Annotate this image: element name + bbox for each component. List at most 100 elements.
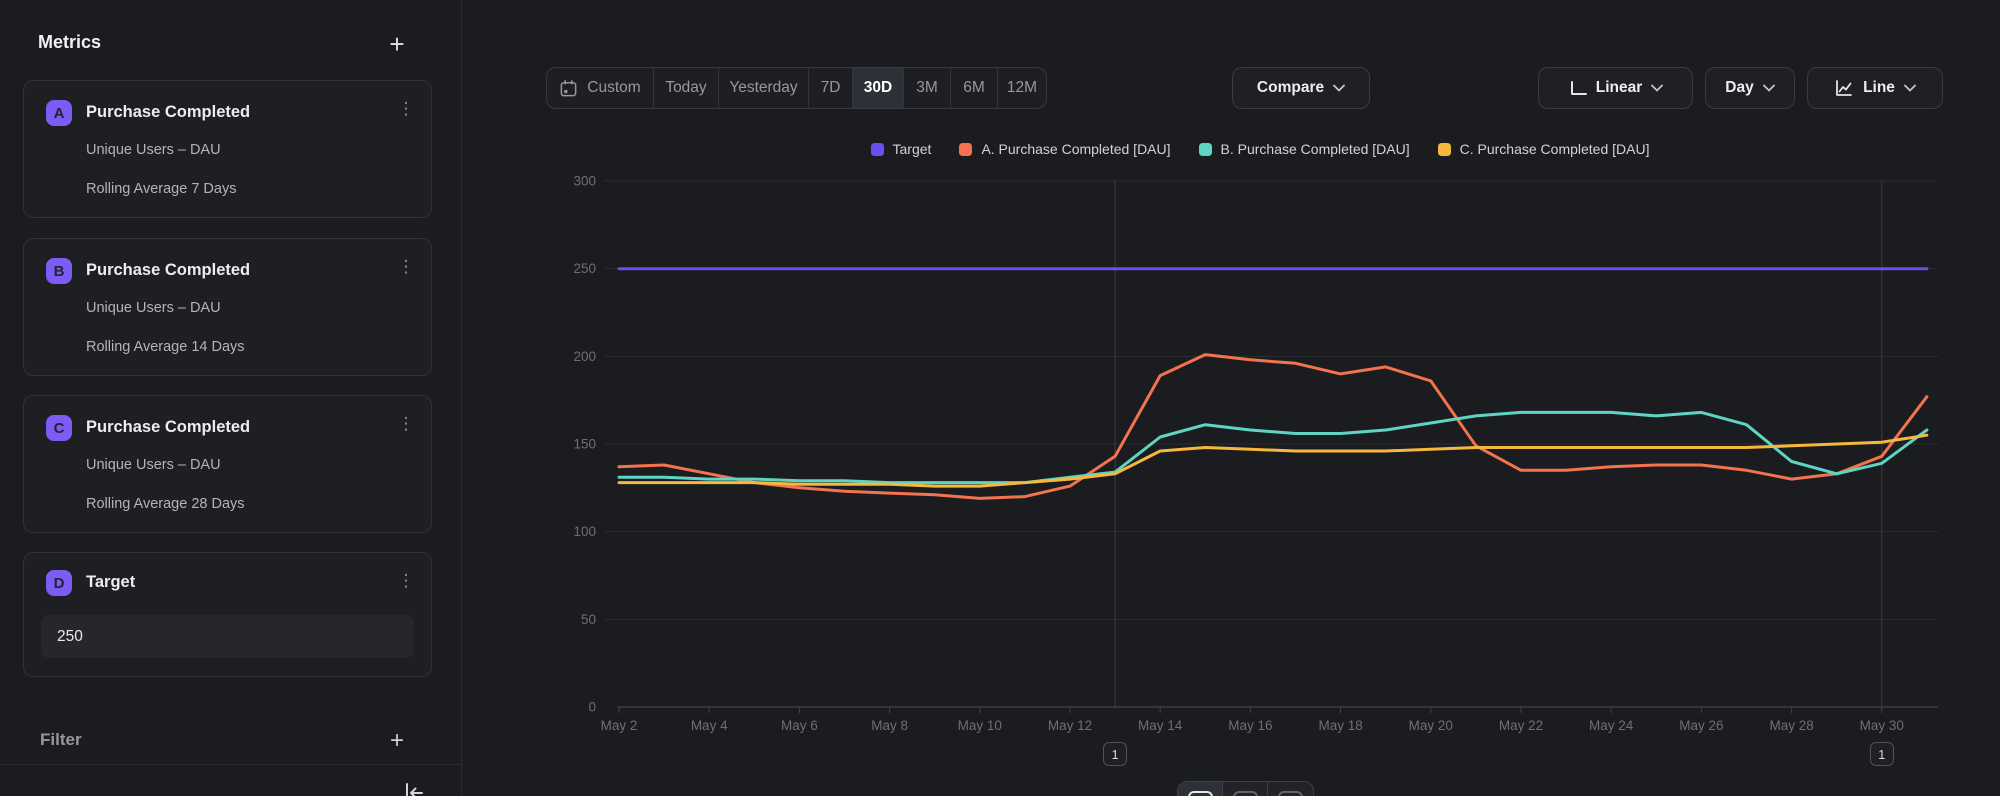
range-label: 3M — [916, 79, 938, 97]
annotation-count-badge[interactable]: 1 — [1103, 742, 1127, 766]
metric-card-a[interactable]: A Purchase Completed ⋮ Unique Users – DAU Ro… — [23, 80, 432, 218]
range-label: Custom — [587, 79, 640, 97]
kebab-menu-icon[interactable]: ⋮ — [395, 412, 417, 438]
y-axis-tick-label: 0 — [588, 700, 596, 715]
interval-label: Day — [1725, 79, 1753, 97]
x-axis-tick-label: May 4 — [691, 718, 728, 733]
calendar-icon — [559, 79, 578, 98]
compare-label: Compare — [1257, 79, 1324, 97]
x-axis-tick-label: May 24 — [1589, 718, 1634, 733]
linear-axis-icon — [1568, 79, 1587, 98]
range-label: Yesterday — [729, 79, 797, 97]
table-view-icon — [1233, 791, 1258, 796]
y-axis-tick-label: 200 — [573, 349, 596, 364]
metric-title: Purchase Completed — [86, 261, 250, 280]
y-axis-tick-label: 150 — [573, 437, 596, 452]
filter-section-label: Filter — [40, 730, 82, 750]
range-label: 12M — [1007, 79, 1037, 97]
time-range-segmented-control: Custom Today Yesterday 7D 30D 3M 6M 12M — [546, 67, 1047, 109]
series-line-c[interactable] — [619, 435, 1927, 486]
view-toggle-card-view-icon[interactable] — [1178, 782, 1223, 796]
metric-title: Purchase Completed — [86, 103, 250, 122]
line-chart-icon — [1834, 78, 1854, 98]
target-value-input[interactable] — [41, 615, 414, 658]
metric-measure: Unique Users – DAU — [86, 457, 221, 473]
y-axis-tick-label: 50 — [581, 612, 596, 627]
kebab-menu-icon[interactable]: ⋮ — [395, 255, 417, 281]
add-filter-button[interactable]: + — [383, 727, 411, 755]
app-root: Metrics + A Purchase Completed ⋮ Unique Use… — [0, 0, 2000, 796]
range-12m[interactable]: 12M — [998, 68, 1046, 108]
metric-title: Target — [86, 573, 135, 592]
metric-letter-badge: D — [46, 570, 72, 596]
metric-rolling-average: Rolling Average 14 Days — [86, 339, 245, 355]
scale-label: Linear — [1596, 79, 1643, 97]
range-today[interactable]: Today — [654, 68, 719, 108]
chart-type-select-button[interactable]: Line — [1807, 67, 1943, 109]
x-axis-tick-label: May 16 — [1228, 718, 1272, 733]
x-axis-tick-label: May 14 — [1138, 718, 1183, 733]
chevron-down-icon — [1763, 84, 1775, 92]
interval-select-button[interactable]: Day — [1705, 67, 1795, 109]
y-axis-tick-label: 250 — [573, 261, 596, 276]
range-label: 7D — [821, 79, 841, 97]
metric-rolling-average: Rolling Average 7 Days — [86, 181, 236, 197]
metric-letter-badge: A — [46, 100, 72, 126]
plus-icon: + — [390, 729, 404, 753]
annotation-count-badge[interactable]: 1 — [1870, 742, 1894, 766]
range-3m[interactable]: 3M — [904, 68, 951, 108]
metric-card-c[interactable]: C Purchase Completed ⋮ Unique Users – DAU Ro… — [23, 395, 432, 533]
sidebar-divider — [0, 764, 462, 765]
range-6m[interactable]: 6M — [951, 68, 998, 108]
x-axis-tick-label: May 18 — [1318, 718, 1362, 733]
card-view-icon — [1188, 791, 1213, 796]
x-axis-tick-label: May 10 — [958, 718, 1002, 733]
y-axis-tick-label: 100 — [573, 524, 596, 539]
x-axis-tick-label: May 2 — [601, 718, 638, 733]
x-axis-tick-label: May 20 — [1409, 718, 1453, 733]
metric-card-d[interactable]: D Target ⋮ — [23, 552, 432, 677]
sidebar-title: Metrics — [38, 32, 101, 53]
chart-type-label: Line — [1863, 79, 1895, 97]
metric-letter-badge: C — [46, 415, 72, 441]
view-toggle-group — [1177, 781, 1314, 796]
metric-title: Purchase Completed — [86, 418, 250, 437]
metric-card-b[interactable]: B Purchase Completed ⋮ Unique Users – DAU Ro… — [23, 238, 432, 376]
x-axis-tick-label: May 22 — [1499, 718, 1543, 733]
kebab-menu-icon[interactable]: ⋮ — [395, 569, 417, 595]
metric-letter-badge: B — [46, 258, 72, 284]
compare-button[interactable]: Compare — [1232, 67, 1370, 109]
x-axis-tick-label: May 26 — [1679, 718, 1723, 733]
range-label: 30D — [864, 79, 892, 97]
series-line-a[interactable] — [619, 355, 1927, 499]
metric-measure: Unique Users – DAU — [86, 300, 221, 316]
add-metric-button[interactable]: + — [383, 30, 411, 58]
range-yesterday[interactable]: Yesterday — [719, 68, 809, 108]
range-custom[interactable]: Custom — [547, 68, 654, 108]
view-toggle-table-view-icon[interactable] — [1223, 782, 1268, 796]
kebab-menu-icon[interactable]: ⋮ — [395, 97, 417, 123]
plus-icon: + — [389, 31, 404, 57]
x-axis-tick-label: May 12 — [1048, 718, 1092, 733]
x-axis-tick-label: May 6 — [781, 718, 818, 733]
x-axis-tick-label: May 30 — [1860, 718, 1904, 733]
range-label: 6M — [963, 79, 985, 97]
view-toggle-panel-view-icon[interactable] — [1268, 782, 1313, 796]
metric-measure: Unique Users – DAU — [86, 142, 221, 158]
chevron-down-icon — [1651, 84, 1663, 92]
x-axis-tick-label: May 8 — [871, 718, 908, 733]
panel-view-icon — [1278, 791, 1303, 796]
line-chart[interactable]: 0 50 100 150 200 250 300 May 2 May 4 May 6 May 8 Ma… — [560, 130, 1960, 736]
y-axis-tick-label: 300 — [573, 174, 596, 189]
scale-select-button[interactable]: Linear — [1538, 67, 1693, 109]
chevron-down-icon — [1904, 84, 1916, 92]
range-label: Today — [665, 79, 706, 97]
chevron-down-icon — [1333, 84, 1345, 92]
metric-rolling-average: Rolling Average 28 Days — [86, 496, 245, 512]
metrics-sidebar: Metrics + A Purchase Completed ⋮ Unique Use… — [0, 0, 462, 796]
collapse-sidebar-button[interactable] — [401, 780, 429, 796]
collapse-left-icon — [401, 780, 427, 796]
range-7d[interactable]: 7D — [809, 68, 853, 108]
range-30d[interactable]: 30D — [853, 68, 904, 108]
x-axis-tick-label: May 28 — [1769, 718, 1813, 733]
